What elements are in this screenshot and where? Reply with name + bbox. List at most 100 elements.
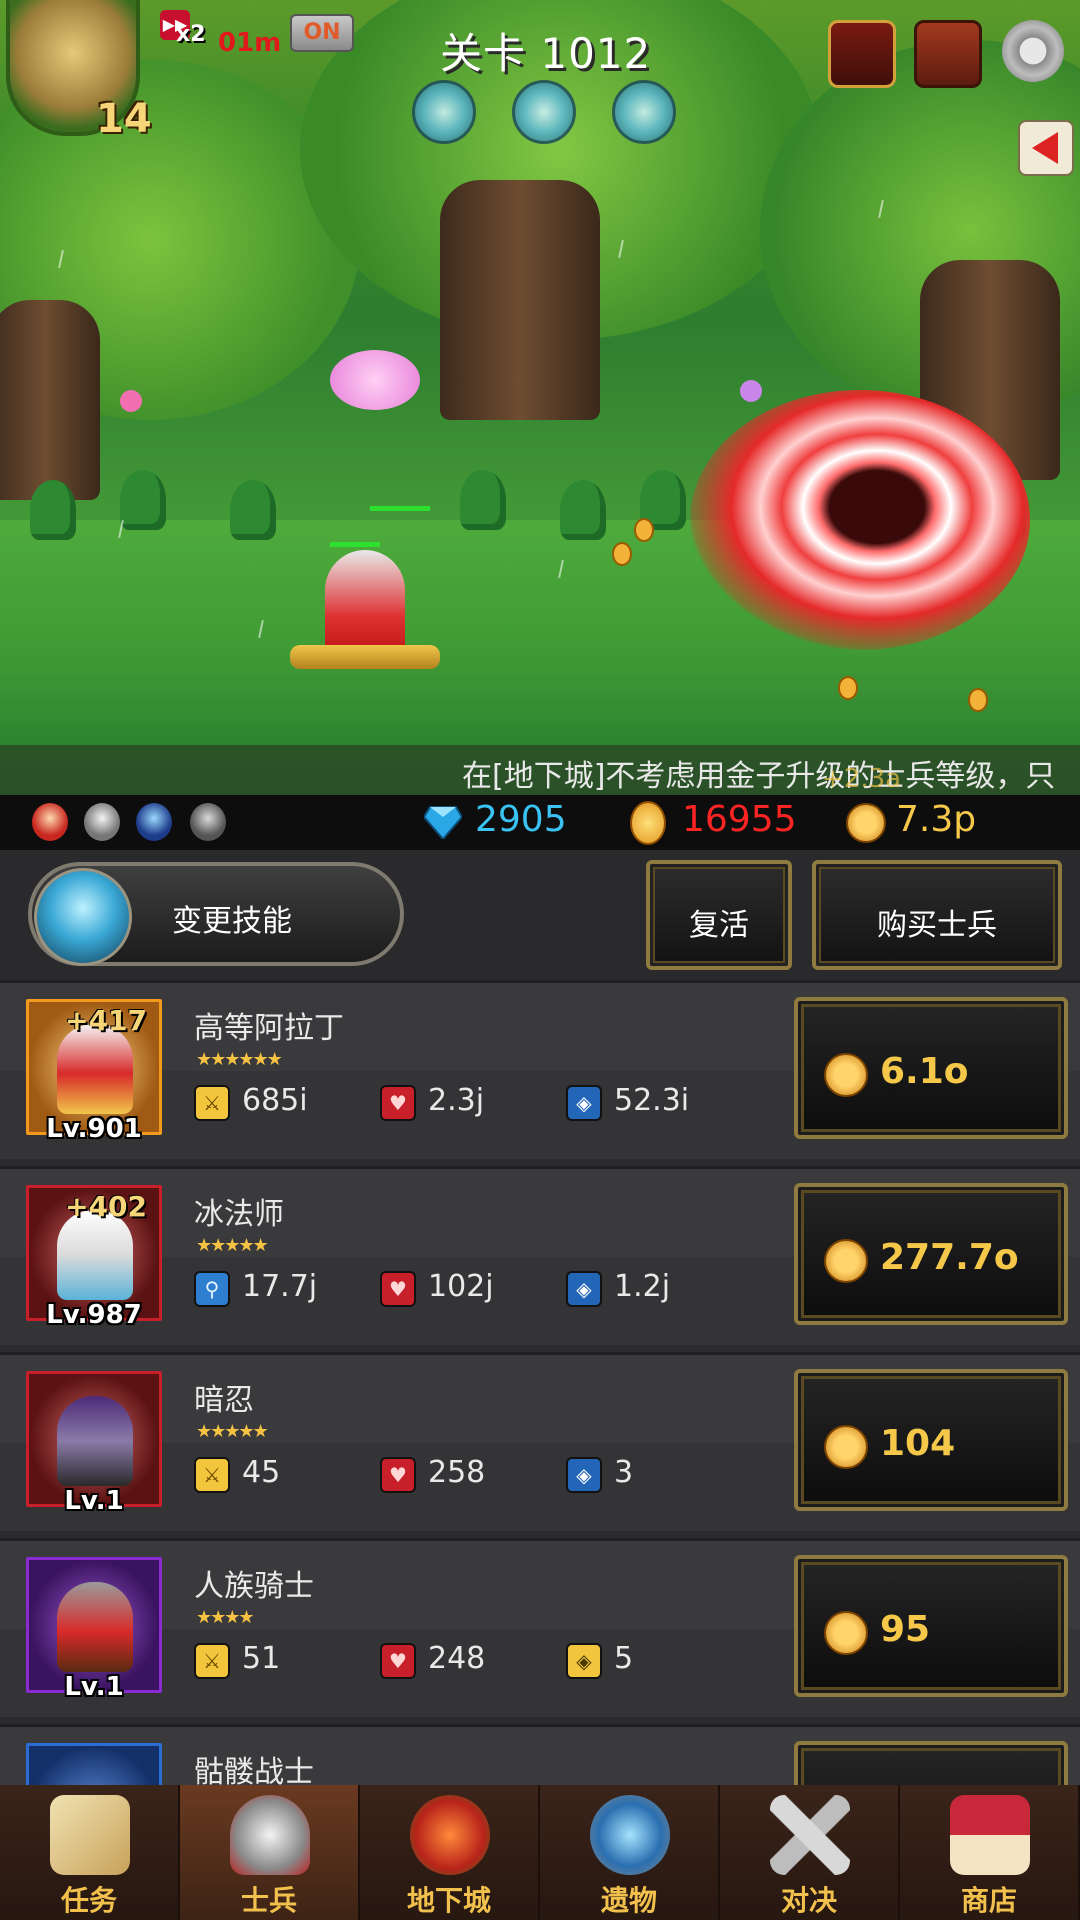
tab-duel[interactable]: 对决: [720, 1785, 900, 1920]
medal-icon: [630, 801, 666, 845]
soldier-avatar[interactable]: +402 Lv.987: [26, 1185, 162, 1330]
gold-coin-icon: [824, 1611, 868, 1655]
robot-face-icon: [190, 803, 226, 841]
soldier-level: Lv.1: [64, 1486, 124, 1516]
gold-shield-icon: ◈: [566, 1643, 602, 1679]
hp-value: 2.3j: [428, 1083, 485, 1118]
buy-soldier-label: 购买士兵: [877, 908, 997, 943]
magic-attack-value: 17.7j: [242, 1269, 318, 1304]
bush: [460, 470, 506, 530]
resource-bar: 2905 16955 7.3p: [0, 795, 1080, 850]
bottom-nav: 任务 士兵 地下城 遗物 对决 商店: [0, 1785, 1080, 1920]
shield-icon: ◈: [566, 1085, 602, 1121]
upgrade-button[interactable]: 277.7o: [794, 1183, 1068, 1325]
soldier-name: 高等阿拉丁: [194, 1011, 344, 1046]
soldier-name: 冰法师: [194, 1197, 284, 1232]
soldier-name: 人族骑士: [194, 1569, 314, 1604]
ticker-message: 在[地下城]不考虑用金子升级的士兵等级，只: [462, 759, 1056, 794]
soldier-level: Lv.987: [46, 1300, 142, 1330]
red-hero-face-icon: [32, 803, 68, 841]
star-rating: ★★★★★: [196, 1421, 269, 1442]
gold-coin-icon: [846, 803, 886, 843]
scroll-icon: [50, 1795, 130, 1875]
soldier-avatar[interactable]: +417 Lv.901: [26, 999, 162, 1144]
skull-face-icon: [84, 803, 120, 841]
soldier-avatar[interactable]: Lv.1: [26, 1557, 162, 1702]
soldier-name: 暗忍: [194, 1383, 254, 1418]
defense-value: 3: [614, 1455, 634, 1490]
upgrade-button[interactable]: [794, 1741, 1068, 1785]
tab-label: 地下城: [406, 1884, 491, 1917]
heart-icon: ♥: [380, 1643, 416, 1679]
tree-trunk: [440, 180, 600, 420]
gold-count: 7.3p: [896, 799, 977, 840]
battle-scene: 14 ▶▶ x2 01m ON 关卡 1012 在[地下城]不考虑用金子升级的士…: [0, 0, 1080, 795]
heart-icon: ♥: [380, 1271, 416, 1307]
tab-quests[interactable]: 任务: [0, 1785, 180, 1920]
bush: [30, 480, 76, 540]
gold-coin-icon: [824, 1053, 868, 1097]
attack-value: 685i: [242, 1083, 308, 1118]
skill-orb-icon: [512, 80, 576, 144]
ice-mage-figure-icon: [57, 1210, 133, 1300]
soldier-row: +417 Lv.901 高等阿拉丁 ★★★★★★ ⚔ 685i ♥ 2.3j ◈…: [0, 980, 1080, 1159]
tab-relics[interactable]: 遗物: [540, 1785, 720, 1920]
buy-soldier-button[interactable]: 购买士兵: [812, 860, 1062, 970]
pink-blossom: [330, 350, 420, 410]
notice-ticker: 在[地下城]不考虑用金子升级的士兵等级，只: [0, 745, 1080, 795]
sword-icon: ⚔: [194, 1457, 230, 1493]
soldier-avatar[interactable]: Lv.1: [26, 1371, 162, 1516]
sword-icon: ⚔: [194, 1643, 230, 1679]
upgrade-price: 277.7o: [880, 1237, 1019, 1278]
tab-shop[interactable]: 商店: [900, 1785, 1080, 1920]
defense-value: 1.2j: [614, 1269, 671, 1304]
tab-dungeon[interactable]: 地下城: [360, 1785, 540, 1920]
soldier-level: Lv.1: [64, 1672, 124, 1702]
soldier-row: Lv.1 暗忍 ★★★★★ ⚔ 45 ♥ 258 ◈ 3 104: [0, 1352, 1080, 1531]
coin-drop[interactable]: [838, 676, 858, 700]
defense-value: 52.3i: [614, 1083, 690, 1118]
coin-drop[interactable]: [968, 688, 988, 712]
coin-drop[interactable]: [612, 542, 632, 566]
auto-toggle[interactable]: ON: [290, 14, 354, 52]
ally-hp-bar: [370, 506, 430, 511]
guild-flag-icon[interactable]: [828, 20, 896, 88]
star-rating: ★★★★: [196, 1607, 255, 1628]
gem-count: 2905: [475, 799, 567, 840]
soldier-row: Lv.1 人族骑士 ★★★★ ⚔ 51 ♥ 248 ◈ 5 95: [0, 1538, 1080, 1717]
defense-value: 5: [614, 1641, 634, 1676]
tab-label: 商店: [960, 1884, 1017, 1917]
upgrade-button[interactable]: 95: [794, 1555, 1068, 1697]
shop-stall-icon: [950, 1795, 1030, 1875]
tree-trunk: [0, 300, 100, 500]
soldier-avatar[interactable]: [26, 1743, 162, 1785]
upgrade-button[interactable]: 6.1o: [794, 997, 1068, 1139]
star-rating: ★★★★★★: [196, 1049, 283, 1070]
lightning-skill-icon: [34, 868, 132, 966]
ninja-figure-icon: [57, 1396, 133, 1486]
revive-button[interactable]: 复活: [646, 860, 792, 970]
stage-title: 关卡 1012: [440, 29, 652, 78]
gold-coin-icon: [824, 1239, 868, 1283]
tab-label: 对决: [780, 1884, 837, 1917]
speed-multiplier: x2: [176, 22, 206, 47]
change-skill-button[interactable]: 变更技能: [28, 862, 404, 966]
coin-drop[interactable]: [634, 518, 654, 542]
red-vortex-enemy: [690, 390, 1030, 650]
knight-figure-icon: [57, 1582, 133, 1672]
star-rating: ★★★★★: [196, 1235, 269, 1256]
upgrade-button[interactable]: 104: [794, 1369, 1068, 1511]
gear-icon[interactable]: [1002, 20, 1064, 82]
revive-label: 复活: [689, 908, 749, 943]
bush: [120, 470, 166, 530]
magnifier-icon: ⚲: [194, 1271, 230, 1307]
bonus-level: +402: [65, 1190, 147, 1223]
upgrade-price: 95: [880, 1609, 931, 1650]
heart-icon: ♥: [380, 1457, 416, 1493]
flower: [740, 380, 762, 402]
side-menu-arrow-icon[interactable]: [1018, 120, 1074, 176]
hp-value: 258: [428, 1455, 486, 1490]
speed-timer: 01m: [218, 28, 282, 58]
house-icon[interactable]: [914, 20, 982, 88]
tab-soldiers[interactable]: 士兵: [180, 1785, 360, 1920]
